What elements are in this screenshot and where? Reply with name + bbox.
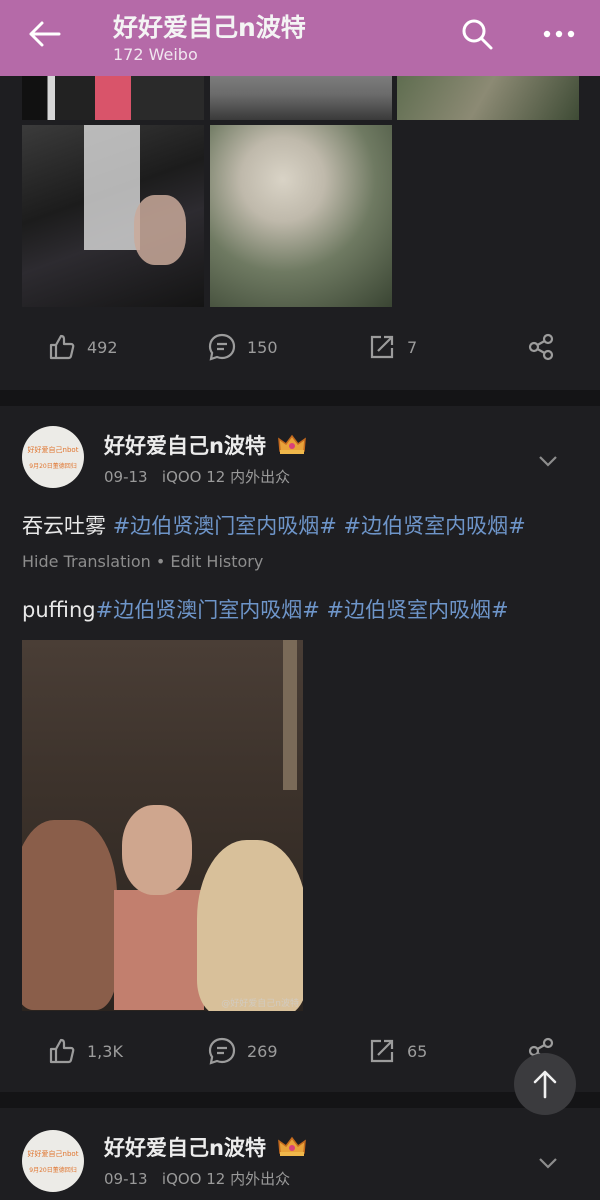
post-2-actions: 1,3K 269 65 bbox=[0, 1022, 600, 1082]
comment-icon bbox=[208, 1037, 236, 1065]
share-button[interactable] bbox=[526, 332, 556, 362]
back-button[interactable] bbox=[22, 14, 66, 54]
repost-button[interactable]: 65 bbox=[367, 1036, 427, 1066]
search-button[interactable] bbox=[456, 13, 498, 55]
more-button[interactable] bbox=[538, 13, 580, 55]
comment-count: 150 bbox=[247, 337, 278, 357]
like-icon bbox=[49, 334, 75, 360]
repost-count: 65 bbox=[407, 1041, 428, 1061]
weibo-count: 172 Weibo bbox=[113, 45, 198, 64]
post-meta: 09-13 iQOO 12 内外出众 bbox=[104, 466, 290, 487]
username[interactable]: 好好爱自己n波特 bbox=[104, 430, 266, 460]
post-image-4[interactable] bbox=[22, 125, 204, 307]
translation-actions[interactable]: Hide Translation • Edit History bbox=[22, 552, 263, 571]
post-card-3: 好好爱自己nbot 9月20日董德回归 好好爱自己n波特 09-13 iQOO … bbox=[0, 1108, 600, 1200]
repost-icon bbox=[370, 1039, 394, 1063]
like-icon bbox=[49, 1038, 75, 1064]
avatar[interactable]: 好好爱自己nbot 9月20日董德回归 bbox=[22, 1130, 84, 1192]
hashtag-link[interactable]: #边伯贤澳门室内吸烟# #边伯贤室内吸烟# bbox=[96, 598, 509, 622]
chevron-down-icon bbox=[539, 1158, 557, 1169]
hashtag-link[interactable]: #边伯贤澳门室内吸烟# #边伯贤室内吸烟# bbox=[113, 514, 526, 538]
more-icon bbox=[543, 30, 575, 38]
arrow-up-icon bbox=[533, 1070, 557, 1099]
repost-count: 7 bbox=[407, 337, 418, 357]
video-watermark: @好好爱自己n波特 bbox=[221, 999, 299, 1009]
back-arrow-icon bbox=[29, 21, 61, 47]
like-count: 1,3K bbox=[87, 1041, 123, 1061]
scroll-to-top-button[interactable] bbox=[514, 1053, 576, 1115]
avatar[interactable]: 好好爱自己nbot 9月20日董德回归 bbox=[22, 426, 84, 488]
like-count: 492 bbox=[87, 337, 118, 357]
post-card-2: 好好爱自己nbot 9月20日董德回归 好好爱自己n波特 09-13 iQOO … bbox=[0, 406, 600, 1092]
post-separator bbox=[0, 1092, 600, 1108]
post-image-5[interactable] bbox=[210, 125, 392, 307]
post-date: 09-13 bbox=[104, 468, 148, 486]
page-title: 好好爱自己n波特 bbox=[113, 13, 306, 42]
top-bar: 好好爱自己n波特 172 Weibo bbox=[0, 0, 600, 76]
chevron-down-icon bbox=[539, 456, 557, 467]
share-icon bbox=[528, 333, 554, 361]
repost-button[interactable]: 7 bbox=[367, 332, 417, 362]
username[interactable]: 好好爱自己n波特 bbox=[104, 1132, 266, 1162]
post-menu-button[interactable] bbox=[533, 1148, 563, 1178]
post-text: 吞云吐雾 #边伯贤澳门室内吸烟# #边伯贤室内吸烟# bbox=[22, 514, 526, 538]
post-source: iQOO 12 内外出众 bbox=[161, 468, 291, 486]
comment-icon bbox=[208, 333, 236, 361]
comment-count: 269 bbox=[247, 1041, 278, 1061]
crown-icon bbox=[278, 1136, 306, 1156]
post-menu-button[interactable] bbox=[533, 446, 563, 476]
search-icon bbox=[462, 19, 493, 50]
post-date: 09-13 bbox=[104, 1170, 148, 1188]
comment-button[interactable]: 269 bbox=[207, 1036, 278, 1066]
post-source: iQOO 12 内外出众 bbox=[161, 1170, 291, 1188]
crown-icon bbox=[278, 434, 306, 454]
post-video[interactable]: @好好爱自己n波特 bbox=[22, 640, 303, 1011]
comment-button[interactable]: 150 bbox=[207, 332, 278, 362]
post-meta: 09-13 iQOO 12 内外出众 bbox=[104, 1168, 290, 1189]
translated-text: puffing#边伯贤澳门室内吸烟# #边伯贤室内吸烟# bbox=[22, 598, 509, 622]
post-1-actions: 492 150 7 bbox=[0, 320, 600, 380]
like-button[interactable]: 1,3K bbox=[47, 1036, 123, 1066]
repost-icon bbox=[370, 335, 394, 359]
like-button[interactable]: 492 bbox=[47, 332, 118, 362]
post-separator bbox=[0, 390, 600, 406]
